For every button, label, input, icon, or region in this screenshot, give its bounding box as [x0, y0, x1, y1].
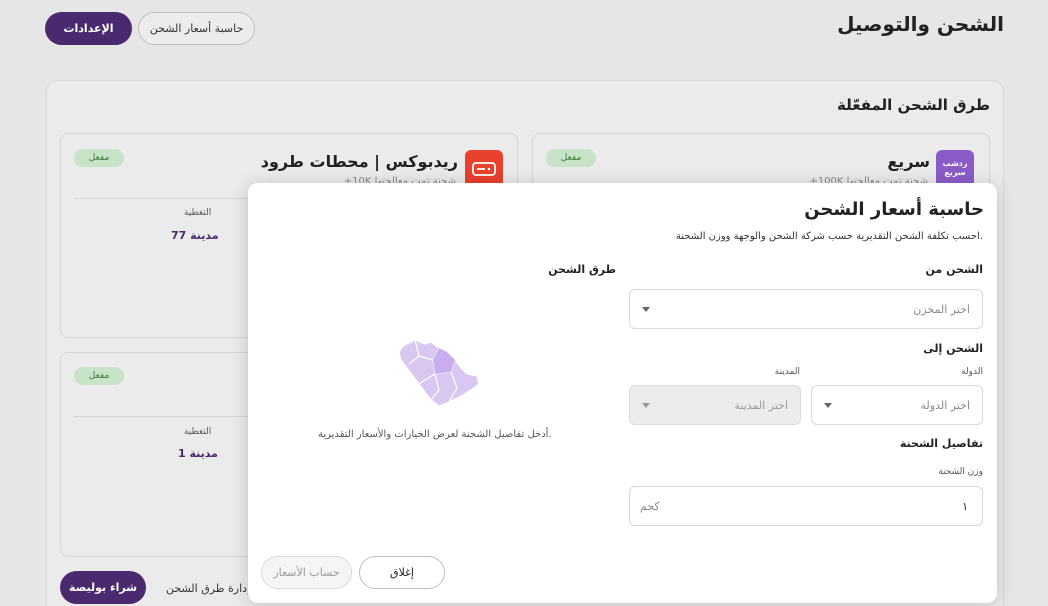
page-title: الشحن والتوصيل [837, 12, 1004, 36]
country-label: الدولة [961, 367, 983, 377]
redbox-logo-icon [472, 162, 496, 176]
saudi-map-icon [398, 339, 480, 407]
chevron-down-icon [642, 306, 650, 312]
buy-waybill-button[interactable]: شراء بوليصة [60, 571, 146, 604]
weight-input[interactable]: ١ كجم [629, 486, 983, 526]
saree-name: سريع [887, 152, 930, 171]
calculate-prices-button[interactable]: حساب الأسعار [261, 556, 352, 589]
redbox-coverage-label: التغطية [184, 208, 212, 218]
weight-value: ١ [962, 499, 968, 513]
modal-subtitle: احسب تكلفة الشحن التقديرية حسب شركة الشح… [675, 231, 983, 242]
chevron-down-icon [824, 402, 832, 408]
weight-label: وزن الشحنة [938, 467, 983, 477]
city-label: المدينة [774, 367, 800, 377]
city-select[interactable]: اختر المدينة [629, 385, 801, 425]
ship-from-label: الشحن من [925, 263, 983, 276]
shipping-calculator-button[interactable]: حاسبة أسعار الشحن [138, 12, 255, 45]
ship-to-label: الشحن إلى [923, 342, 983, 355]
panel-title: طرق الشحن المفعّلة [837, 96, 990, 114]
redbox-coverage-value: 77 مدينة [171, 229, 219, 242]
city-select-value: اختر المدينة [734, 398, 788, 412]
redbox-status-badge: مفعل [74, 149, 124, 167]
empty-state-hint: أدخل تفاصيل الشحنة لعرض الخيارات والأسعا… [318, 429, 552, 440]
country-select[interactable]: اختر الدولة [811, 385, 983, 425]
redbox-divider [74, 198, 248, 199]
close-button[interactable]: إغلاق [359, 556, 445, 589]
card3-divider [74, 416, 248, 417]
chevron-down-icon [642, 402, 650, 408]
country-select-value: اختر الدولة [920, 398, 970, 412]
redbox-name: ريدبوكس | محطات طرود [260, 152, 458, 171]
saree-logo-sub: سريع [944, 168, 966, 177]
shipment-details-label: تفاصيل الشحنة [899, 437, 983, 450]
manage-shipping-methods-link[interactable]: إدارة طرق الشحن [166, 582, 250, 595]
shipping-methods-label: طرق الشحن [548, 263, 616, 276]
card3-status-badge: مفعل [74, 367, 124, 385]
settings-button[interactable]: الإعدادات [45, 12, 132, 45]
warehouse-select-value: اختر المخزن [913, 302, 970, 316]
card3-coverage-label: التغطية [184, 427, 212, 437]
warehouse-select[interactable]: اختر المخزن [629, 289, 983, 329]
saree-status-badge: مفعل [546, 149, 596, 167]
weight-unit: كجم [640, 499, 660, 513]
modal-title: حاسبة أسعار الشحن [804, 199, 984, 220]
card3-coverage-value: 1 مدينة [178, 447, 218, 460]
